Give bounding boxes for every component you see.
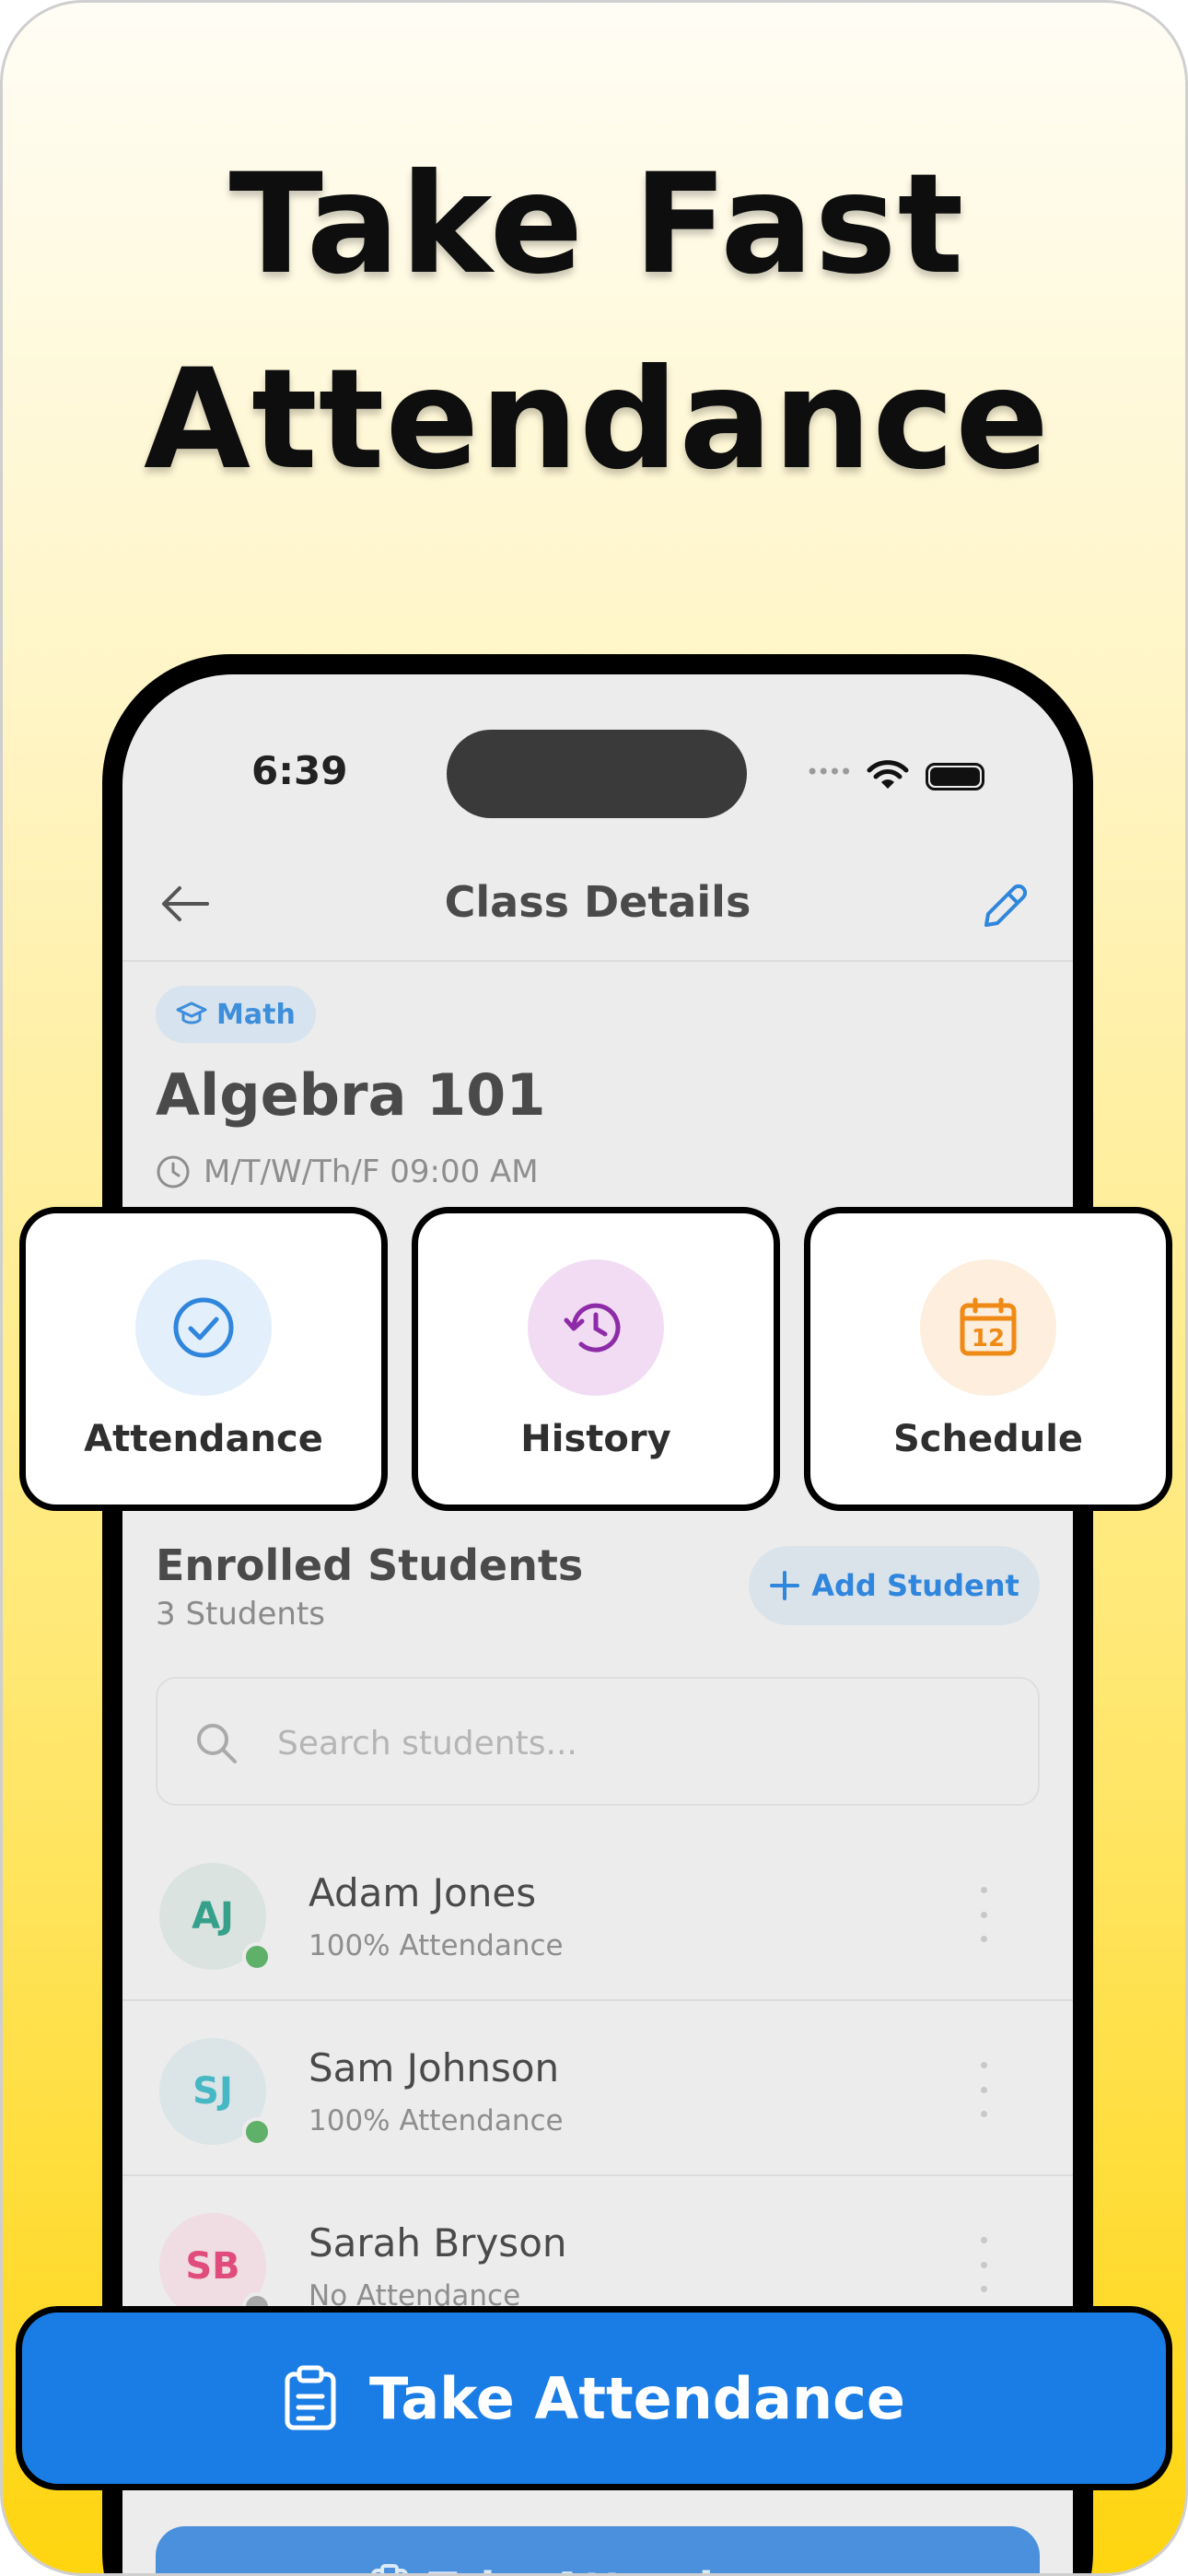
schedule-icon-circle: 12 — [920, 1259, 1056, 1396]
graduation-cap-icon — [176, 1001, 207, 1025]
promo-headline: Take Fast Attendance — [3, 127, 1185, 518]
take-attendance-label: Take Attendance — [369, 2364, 905, 2432]
cellular-signal-icon: •••• — [806, 759, 853, 785]
search-input[interactable] — [277, 1706, 996, 1780]
clipboard-icon — [285, 2365, 336, 2430]
history-action-card[interactable]: History — [412, 1207, 780, 1511]
take-attendance-button[interactable]: Take Attendance — [16, 2306, 1172, 2490]
schedule-action-card[interactable]: 12 Schedule — [804, 1207, 1172, 1511]
student-name: Adam Jones — [309, 1870, 537, 1915]
class-schedule: M/T/W/Th/F 09:00 AM — [156, 1153, 539, 1190]
more-options-icon[interactable] — [970, 2062, 997, 2117]
student-attendance: 100% Attendance — [309, 1929, 564, 1962]
student-name: Sarah Bryson — [309, 2220, 567, 2266]
search-icon — [197, 1724, 237, 1763]
promo-background: Take Fast Attendance 6:39 •••• Class Det… — [0, 0, 1188, 2576]
student-row[interactable]: SJ Sam Johnson 100% Attendance — [122, 2001, 1073, 2176]
edit-pencil-icon[interactable] — [979, 879, 1032, 932]
headline-line-1: Take Fast — [228, 145, 965, 305]
more-options-icon[interactable] — [970, 1887, 997, 1942]
subject-badge: Math — [156, 986, 316, 1043]
phone-frame: 6:39 •••• Class Details Math Algebra 101… — [102, 654, 1093, 2573]
calendar-icon: 12 — [960, 1297, 1017, 1356]
check-circle-icon — [173, 1297, 234, 1358]
clipboard-icon — [371, 2564, 408, 2573]
history-action-label: History — [520, 1418, 671, 1460]
calendar-day: 12 — [972, 1325, 1005, 1352]
subject-label: Math — [216, 998, 296, 1031]
search-field[interactable] — [156, 1677, 1040, 1806]
clock-icon — [157, 1155, 190, 1188]
phone-screen: 6:39 •••• Class Details Math Algebra 101… — [122, 674, 1073, 2573]
history-icon — [564, 1303, 621, 1352]
enrolled-students-heading: Enrolled Students — [156, 1540, 584, 1590]
page-title: Class Details — [444, 877, 751, 927]
navigation-bar: Class Details — [122, 842, 1073, 962]
dynamic-island — [447, 730, 747, 818]
history-icon-circle — [528, 1259, 664, 1396]
plus-icon — [770, 1571, 800, 1600]
headline-line-2: Attendance — [143, 340, 1051, 500]
student-name: Sam Johnson — [309, 2045, 560, 2090]
student-row[interactable]: AJ Adam Jones 100% Attendance — [122, 1826, 1073, 2001]
presence-indicator — [242, 1942, 272, 1972]
attendance-action-label: Attendance — [84, 1418, 323, 1460]
attendance-action-card[interactable]: Attendance — [19, 1207, 388, 1511]
presence-indicator — [242, 2117, 272, 2147]
add-student-label: Add Student — [811, 1568, 1019, 1603]
battery-icon — [926, 763, 984, 790]
student-attendance: 100% Attendance — [309, 2104, 564, 2137]
attendance-icon-circle — [135, 1259, 272, 1396]
student-count: 3 Students — [156, 1596, 325, 1633]
schedule-text: M/T/W/Th/F 09:00 AM — [204, 1153, 539, 1190]
schedule-action-label: Schedule — [892, 1418, 1084, 1460]
in-app-cta-label: Take Attendance — [428, 2563, 826, 2573]
status-time: 6:39 — [251, 748, 348, 793]
class-name: Algebra 101 — [156, 1061, 546, 1129]
more-options-icon[interactable] — [970, 2237, 997, 2292]
in-app-take-attendance-button[interactable]: Take Attendance — [156, 2526, 1040, 2573]
add-student-button[interactable]: Add Student — [749, 1546, 1040, 1625]
wifi-icon — [867, 760, 909, 789]
